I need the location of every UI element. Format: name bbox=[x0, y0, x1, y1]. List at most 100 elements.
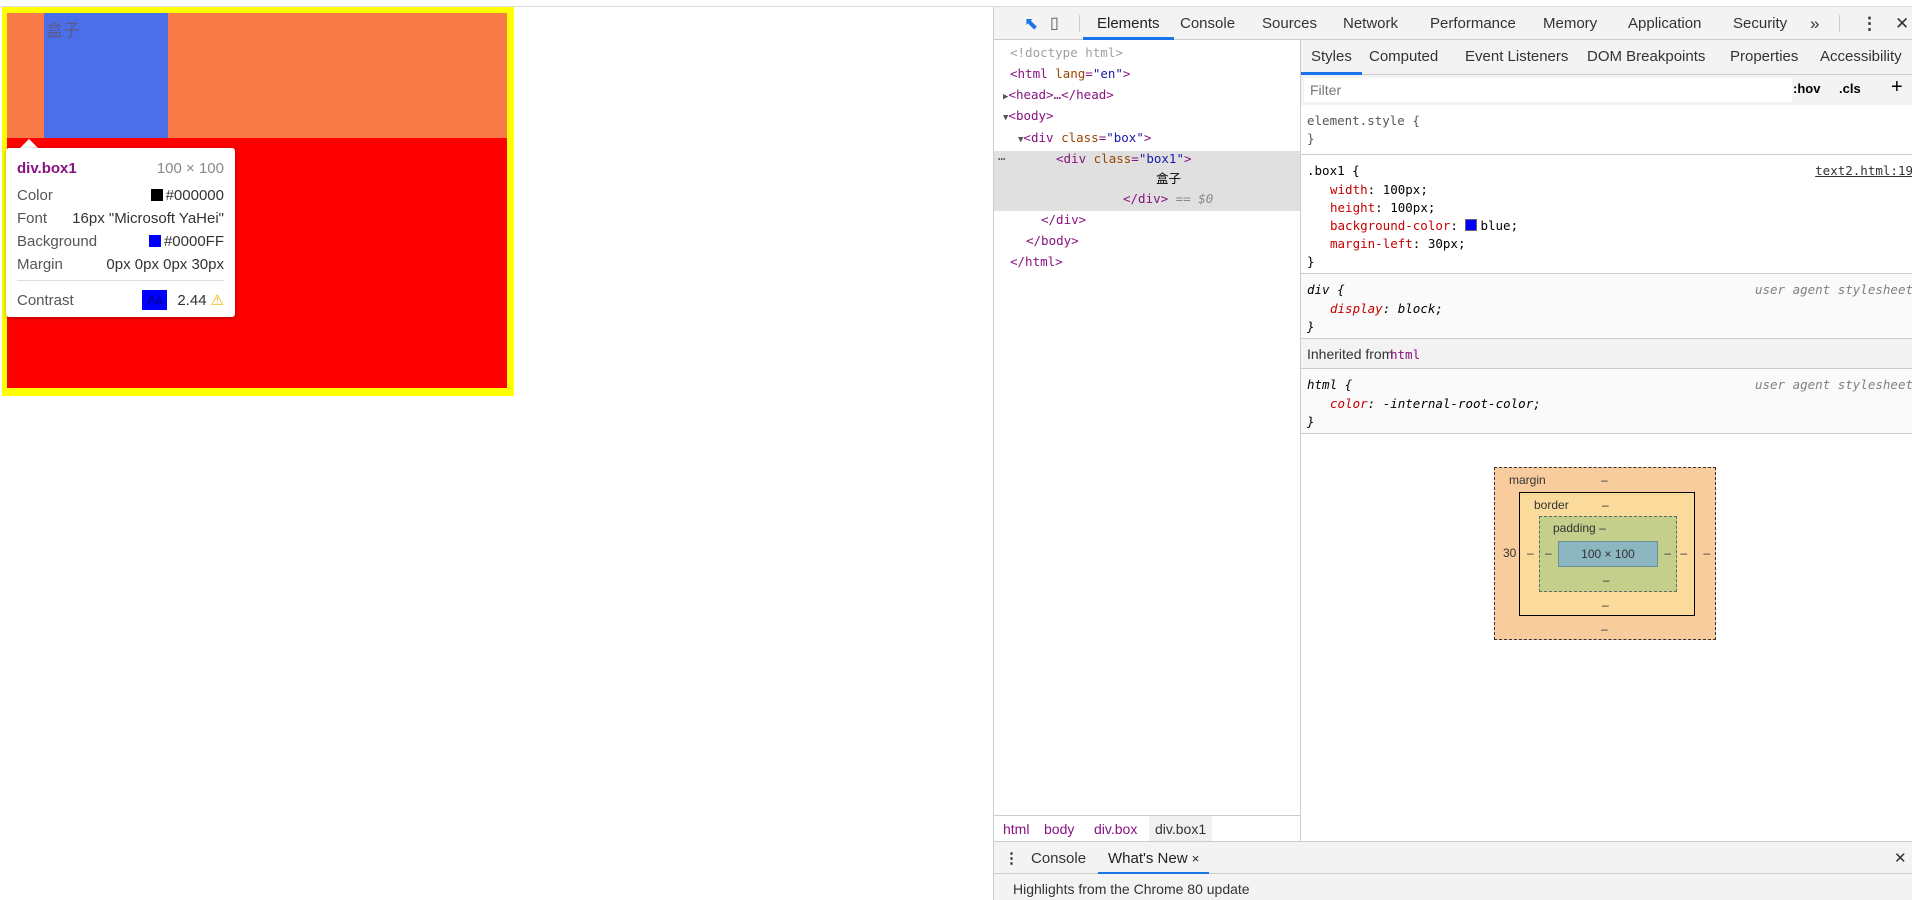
tooltip-selector: div.box1 bbox=[17, 159, 77, 177]
drawer-tab-whats-new[interactable]: What's New × bbox=[1098, 842, 1210, 875]
drawer-tab-console[interactable]: Console bbox=[1031, 842, 1086, 875]
prop-value[interactable]: 100px; bbox=[1390, 200, 1435, 215]
tree-head[interactable]: ▶<head>…</head> bbox=[1003, 85, 1114, 107]
breadcrumb-html[interactable]: html bbox=[1003, 821, 1029, 837]
border-top: – bbox=[1602, 498, 1609, 512]
tree-div-box-close[interactable]: </div> bbox=[1041, 210, 1086, 230]
kebab-menu-icon[interactable]: ⋮ bbox=[1861, 7, 1878, 40]
tab-console[interactable]: Console bbox=[1180, 7, 1235, 40]
inherited-node-link[interactable]: html bbox=[1390, 347, 1420, 362]
tooltip-arrow bbox=[20, 139, 38, 148]
tab-performance[interactable]: Performance bbox=[1430, 7, 1516, 40]
rule-selector: element.style { bbox=[1307, 113, 1420, 128]
box-model-border[interactable]: border – – – – padding – – – – 100 × 100 bbox=[1519, 492, 1695, 616]
whats-new-content: Highlights from the Chrome 80 update bbox=[994, 874, 1912, 900]
breadcrumb-div-box[interactable]: div.box bbox=[1094, 821, 1137, 837]
border-label: border bbox=[1534, 498, 1569, 512]
tooltip-divider bbox=[17, 280, 224, 281]
close-tab-icon[interactable]: × bbox=[1192, 851, 1200, 866]
rule-close: } bbox=[1307, 254, 1315, 269]
prop-name[interactable]: height bbox=[1330, 200, 1375, 215]
styles-filter-input[interactable] bbox=[1304, 78, 1792, 102]
prop-value[interactable]: 100px; bbox=[1383, 182, 1428, 197]
tree-div-box[interactable]: ▼<div class="box"> bbox=[1018, 128, 1151, 150]
tree-html-close[interactable]: </html> bbox=[1010, 252, 1063, 272]
tree-html[interactable]: <html lang="en"> bbox=[1010, 64, 1130, 84]
inspect-element-icon[interactable]: ⬉ bbox=[1024, 7, 1038, 40]
devtools-toolbar: ⬉ ▯ Elements Console Sources Network Per… bbox=[994, 7, 1912, 40]
rule-element-style[interactable]: element.style { } bbox=[1301, 105, 1912, 155]
prop-value[interactable]: 30px; bbox=[1428, 236, 1466, 251]
tree-div-box1-close[interactable]: </div> == $0 bbox=[1123, 189, 1213, 209]
prop-name[interactable]: width bbox=[1330, 182, 1368, 197]
more-tabs-icon[interactable]: » bbox=[1810, 7, 1819, 40]
border-right: – bbox=[1680, 546, 1687, 560]
drawer-toolbar: ⋮ Console What's New × ✕ bbox=[994, 841, 1912, 875]
padding-right: – bbox=[1664, 546, 1671, 560]
cls-button[interactable]: .cls bbox=[1839, 81, 1861, 96]
tab-memory[interactable]: Memory bbox=[1543, 7, 1597, 40]
new-rule-button[interactable]: + bbox=[1891, 76, 1903, 99]
source-link[interactable]: text2.html:19 bbox=[1815, 161, 1912, 181]
tree-body-close[interactable]: </body> bbox=[1026, 231, 1079, 251]
rule-close: } bbox=[1307, 414, 1315, 429]
tree-div-box1[interactable]: <div class="box1"> bbox=[1056, 149, 1192, 169]
box-model-padding[interactable]: padding – – – – 100 × 100 bbox=[1539, 516, 1677, 592]
tooltip-value: #0000FF bbox=[163, 232, 224, 250]
breadcrumb-body[interactable]: body bbox=[1044, 821, 1074, 837]
close-devtools-icon[interactable]: ✕ bbox=[1895, 7, 1909, 40]
subtab-properties[interactable]: Properties bbox=[1730, 40, 1798, 75]
margin-top: – bbox=[1601, 473, 1608, 487]
contrast-sample: Aa bbox=[142, 290, 168, 310]
box-model-margin[interactable]: margin – 30 – – border – – – – padding –… bbox=[1494, 467, 1716, 640]
border-left: – bbox=[1527, 546, 1534, 560]
tab-security[interactable]: Security bbox=[1733, 7, 1787, 40]
breadcrumb: html body div.box div.box1 bbox=[994, 815, 1301, 842]
device-toolbar-icon[interactable]: ▯ bbox=[1050, 7, 1059, 40]
hov-button[interactable]: :hov bbox=[1793, 81, 1820, 96]
filter-bar: :hov .cls + bbox=[1301, 75, 1912, 105]
prop-name: display bbox=[1330, 301, 1383, 316]
sidebar-tabs: Styles Computed Event Listeners DOM Brea… bbox=[1301, 40, 1912, 75]
rule-selector: .box1 bbox=[1307, 163, 1345, 178]
toolbar-divider bbox=[1839, 15, 1840, 32]
tab-application[interactable]: Application bbox=[1628, 7, 1701, 40]
subtab-event-listeners[interactable]: Event Listeners bbox=[1465, 40, 1568, 75]
tooltip-label: Background bbox=[17, 232, 98, 250]
tree-doctype[interactable]: <!doctype html> bbox=[1010, 43, 1123, 63]
tooltip-label: Margin bbox=[17, 255, 63, 273]
subtab-dom-breakpoints[interactable]: DOM Breakpoints bbox=[1587, 40, 1705, 75]
subtab-accessibility[interactable]: Accessibility bbox=[1820, 40, 1902, 75]
margin-label: margin bbox=[1509, 473, 1546, 487]
prop-name[interactable]: margin-left bbox=[1330, 236, 1413, 251]
rule-div-ua: div { user agent stylesheet display: blo… bbox=[1301, 274, 1912, 339]
prop-value: block; bbox=[1397, 301, 1443, 316]
tab-network[interactable]: Network bbox=[1343, 7, 1398, 40]
subtab-styles[interactable]: Styles bbox=[1301, 40, 1362, 75]
devtools-panel: ⬉ ▯ Elements Console Sources Network Per… bbox=[993, 7, 1912, 900]
tab-sources[interactable]: Sources bbox=[1262, 7, 1317, 40]
node-actions-icon[interactable]: ⋯ bbox=[998, 149, 1006, 169]
color-swatch[interactable] bbox=[1465, 219, 1478, 231]
tooltip-value: #000000 bbox=[165, 186, 224, 204]
tree-text-node[interactable]: 盒子 bbox=[1156, 169, 1181, 189]
box-model-content[interactable]: 100 × 100 bbox=[1558, 541, 1658, 567]
rule-selector: html bbox=[1307, 377, 1338, 392]
rule-box1[interactable]: .box1 { text2.html:19 width: 100px; heig… bbox=[1301, 155, 1912, 274]
prop-name[interactable]: background-color bbox=[1330, 218, 1450, 233]
tooltip-label: Color bbox=[17, 186, 53, 204]
padding-bottom: – bbox=[1603, 573, 1610, 587]
box1-text: 盒子 bbox=[46, 21, 80, 40]
drawer-menu-icon[interactable]: ⋮ bbox=[1004, 842, 1019, 875]
tooltip-label: Contrast bbox=[17, 291, 74, 309]
close-drawer-icon[interactable]: ✕ bbox=[1894, 842, 1907, 875]
tree-body[interactable]: ▼<body> bbox=[1003, 106, 1054, 128]
breadcrumb-div-box1[interactable]: div.box1 bbox=[1149, 816, 1213, 842]
prop-value: -internal-root-color; bbox=[1382, 396, 1541, 411]
margin-right: – bbox=[1703, 546, 1710, 560]
prop-value[interactable]: blue; bbox=[1480, 218, 1518, 233]
tab-elements[interactable]: Elements bbox=[1083, 7, 1174, 40]
tooltip-size: 100 × 100 bbox=[156, 159, 224, 177]
subtab-computed[interactable]: Computed bbox=[1369, 40, 1438, 75]
tooltip-value: 0px 0px 0px 30px bbox=[106, 255, 224, 273]
